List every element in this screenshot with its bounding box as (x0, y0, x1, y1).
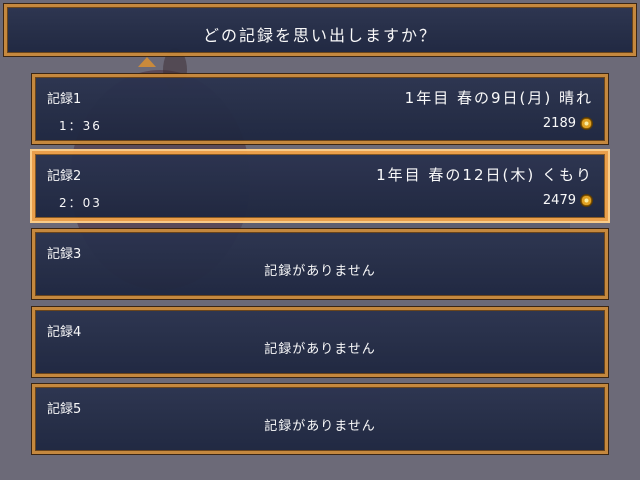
save-slot-3[interactable]: 記録3 記録がありません (32, 229, 608, 299)
prompt-text: どの記録を思い出しますか？ (202, 26, 437, 45)
money-amount: 2479 (542, 193, 576, 208)
coin-icon (580, 117, 593, 130)
save-slot-2[interactable]: 記録2 2：03 1年目 春の12日(木) くもり 2479 (32, 151, 608, 221)
game-date: 1年目 春の9日(月) 晴れ (404, 89, 593, 107)
slot-label: 記録2 (47, 169, 82, 184)
pointer-arrow-icon (138, 57, 156, 67)
money-amount: 2189 (542, 116, 576, 131)
save-slot-4[interactable]: 記録4 記録がありません (32, 307, 608, 377)
money-display: 2189 (543, 116, 593, 131)
save-slot-5[interactable]: 記録5 記録がありません (32, 384, 608, 454)
empty-slot-text: 記録がありません (264, 419, 376, 434)
slot-label: 記録1 (47, 92, 82, 107)
empty-slot-text: 記録がありません (264, 264, 376, 279)
play-time: 1：36 (59, 119, 102, 133)
game-date: 1年目 春の12日(木) くもり (376, 166, 593, 184)
coin-icon (580, 194, 593, 207)
play-time: 2：03 (59, 196, 102, 210)
save-slot-1[interactable]: 記録1 1：36 1年目 春の9日(月) 晴れ 2189 (32, 74, 608, 144)
prompt-window: どの記録を思い出しますか？ (4, 4, 636, 56)
empty-slot-text: 記録がありません (264, 342, 376, 357)
money-display: 2479 (543, 193, 593, 208)
